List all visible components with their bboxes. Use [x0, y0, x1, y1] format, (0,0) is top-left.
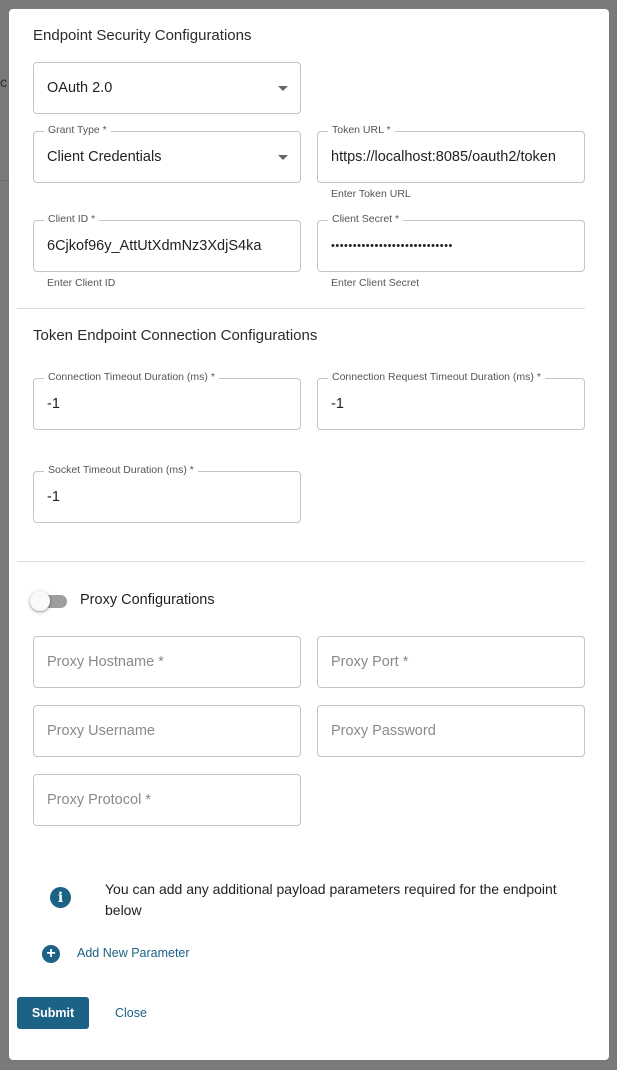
proxy-username-placeholder: Proxy Username [47, 723, 155, 739]
background-text: c [0, 74, 7, 90]
client-id-helper: Enter Client ID [47, 277, 116, 289]
chevron-down-icon [278, 155, 288, 160]
dialog-title: Endpoint Security Configurations [33, 27, 252, 44]
proxy-password-field[interactable]: Proxy Password [317, 705, 585, 757]
socket-timeout-value: -1 [47, 489, 60, 505]
token-endpoint-section-title: Token Endpoint Connection Configurations [33, 327, 318, 344]
proxy-protocol-placeholder: Proxy Protocol * [47, 792, 151, 808]
proxy-hostname-placeholder: Proxy Hostname * [47, 654, 164, 670]
endpoint-security-dialog: Endpoint Security Configurations OAuth 2… [9, 9, 609, 1060]
plus-circle-icon[interactable]: + [42, 945, 60, 963]
client-id-field[interactable]: Client ID * 6Cjkof96y_AttUtXdmNz3XdjS4ka [33, 213, 301, 272]
proxy-password-placeholder: Proxy Password [331, 723, 436, 739]
connection-request-timeout-value: -1 [331, 396, 344, 412]
proxy-toggle-label: Proxy Configurations [80, 592, 215, 608]
security-type-value: OAuth 2.0 [47, 80, 113, 96]
token-url-value: https://localhost:8085/oauth2/token [331, 149, 556, 165]
token-url-field[interactable]: Token URL * https://localhost:8085/oauth… [317, 124, 585, 183]
chevron-down-icon [278, 86, 288, 91]
submit-button[interactable]: Submit [17, 997, 89, 1029]
grant-type-select[interactable]: Grant Type * Client Credentials [33, 124, 301, 183]
proxy-username-field[interactable]: Proxy Username [33, 705, 301, 757]
proxy-port-placeholder: Proxy Port * [331, 654, 409, 670]
client-secret-helper: Enter Client Secret [331, 277, 420, 289]
client-id-value: 6Cjkof96y_AttUtXdmNz3XdjS4ka [47, 238, 262, 254]
connection-timeout-field[interactable]: Connection Timeout Duration (ms) * -1 [33, 371, 301, 430]
client-secret-value: •••••••••••••••••••••••••••• [331, 240, 453, 252]
info-icon: i [50, 887, 71, 908]
proxy-toggle-thumb[interactable] [30, 591, 50, 611]
token-url-helper: Enter Token URL [331, 188, 411, 200]
security-type-select[interactable]: OAuth 2.0 [33, 62, 301, 114]
background-divider [0, 180, 9, 181]
connection-request-timeout-field[interactable]: Connection Request Timeout Duration (ms)… [317, 371, 585, 430]
proxy-hostname-field[interactable]: Proxy Hostname * [33, 636, 301, 688]
section-divider [17, 308, 585, 309]
section-divider [17, 561, 585, 562]
proxy-protocol-field[interactable]: Proxy Protocol * [33, 774, 301, 826]
client-secret-field[interactable]: Client Secret * ••••••••••••••••••••••••… [317, 213, 585, 272]
grant-type-value: Client Credentials [47, 149, 162, 165]
proxy-port-field[interactable]: Proxy Port * [317, 636, 585, 688]
info-message: You can add any additional payload param… [105, 881, 557, 918]
connection-timeout-value: -1 [47, 396, 60, 412]
add-new-parameter-link[interactable]: Add New Parameter [77, 946, 190, 960]
socket-timeout-field[interactable]: Socket Timeout Duration (ms) * -1 [33, 464, 301, 523]
close-button[interactable]: Close [115, 1006, 147, 1020]
